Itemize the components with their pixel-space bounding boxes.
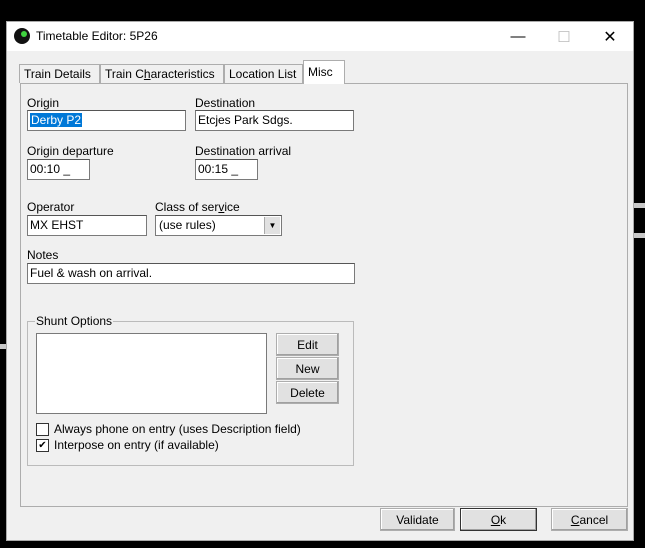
validate-button[interactable]: Validate	[380, 508, 455, 531]
class-of-service-value: (use rules)	[159, 218, 216, 232]
app-icon	[14, 28, 30, 44]
shunt-options-label: Shunt Options	[35, 314, 114, 328]
operator-label: Operator	[27, 200, 75, 214]
origin-input[interactable]: Derby P2	[27, 110, 186, 131]
destination-arrival-label: Destination arrival	[195, 144, 292, 158]
tab-misc[interactable]: Misc	[303, 60, 345, 84]
operator-input[interactable]: MX EHST	[27, 215, 147, 236]
origin-departure-input[interactable]: 00:10 _	[27, 159, 90, 180]
background-strip	[634, 233, 645, 238]
tab-label: Train Characteristics	[105, 67, 215, 81]
maximize-button[interactable]: ☐	[541, 22, 587, 51]
timetable-editor-window: Timetable Editor: 5P26 — ☐ ✕ Train Detai…	[6, 21, 634, 541]
title-bar[interactable]: Timetable Editor: 5P26 — ☐ ✕	[7, 22, 633, 51]
origin-value: Derby P2	[30, 113, 83, 127]
tab-location-list[interactable]: Location List	[224, 64, 303, 83]
edit-button[interactable]: Edit	[276, 333, 339, 356]
window-title: Timetable Editor: 5P26	[36, 29, 158, 43]
always-phone-checkbox[interactable]	[36, 423, 49, 436]
background-strip	[634, 203, 645, 208]
destination-arrival-input[interactable]: 00:15 _	[195, 159, 258, 180]
close-button[interactable]: ✕	[587, 22, 633, 51]
delete-button[interactable]: Delete	[276, 381, 339, 404]
destination-input[interactable]: Etcjes Park Sdgs.	[195, 110, 354, 131]
shunt-options-group: Shunt Options Edit New Delete Always pho…	[27, 314, 354, 466]
tab-label: Misc	[308, 65, 333, 79]
notes-label: Notes	[27, 248, 59, 262]
cancel-button[interactable]: Cancel	[551, 508, 628, 531]
tab-train-characteristics[interactable]: Train Characteristics	[100, 64, 224, 83]
chevron-down-icon[interactable]: ▼	[264, 217, 280, 234]
interpose-checkbox[interactable]: ✔	[36, 439, 49, 452]
destination-label: Destination	[195, 96, 256, 110]
tab-label: Location List	[229, 67, 297, 81]
notes-input[interactable]: Fuel & wash on arrival.	[27, 263, 355, 284]
class-of-service-select[interactable]: (use rules) ▼	[155, 215, 282, 236]
origin-label: Origin	[27, 96, 60, 110]
interpose-label: Interpose on entry (if available)	[54, 438, 219, 452]
tab-label: Train Details	[24, 67, 91, 81]
minimize-button[interactable]: —	[495, 22, 541, 51]
new-button[interactable]: New	[276, 357, 339, 380]
always-phone-label: Always phone on entry (uses Description …	[54, 422, 301, 436]
ok-button[interactable]: Ok	[460, 508, 537, 531]
shunt-options-list[interactable]	[36, 333, 267, 414]
origin-departure-label: Origin departure	[27, 144, 114, 158]
class-of-service-label: Class of service	[155, 200, 240, 214]
tab-train-details[interactable]: Train Details	[19, 64, 100, 83]
